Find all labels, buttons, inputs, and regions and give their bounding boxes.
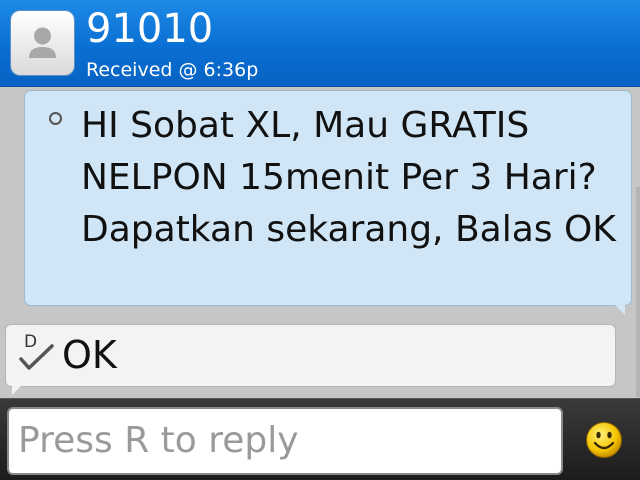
reply-bar: Press R to reply	[0, 398, 640, 480]
outgoing-message-text: OK	[62, 333, 117, 377]
conversation-header: 91010 Received @ 6:36p	[0, 0, 640, 87]
received-timestamp: Received @ 6:36p	[86, 59, 259, 81]
reply-input[interactable]: Press R to reply	[7, 407, 563, 475]
thread-edge	[636, 187, 640, 397]
emoticon-button[interactable]	[585, 421, 623, 459]
contact-name: 91010	[86, 6, 214, 52]
outgoing-bubble-tail	[12, 386, 21, 395]
smiley-icon	[586, 422, 622, 458]
incoming-message-text: HI Sobat XL, Mau GRATIS NELPON 15menit P…	[81, 105, 616, 250]
unread-circle-icon	[49, 112, 62, 125]
incoming-message-bubble[interactable]: HI Sobat XL, Mau GRATIS NELPON 15menit P…	[24, 90, 632, 315]
delivered-check-icon	[19, 344, 54, 370]
outgoing-message-bubble[interactable]: D OK	[5, 324, 616, 395]
incoming-bubble-tail	[615, 305, 625, 315]
contact-avatar[interactable]	[11, 11, 74, 75]
contact-silhouette-icon	[29, 27, 56, 58]
